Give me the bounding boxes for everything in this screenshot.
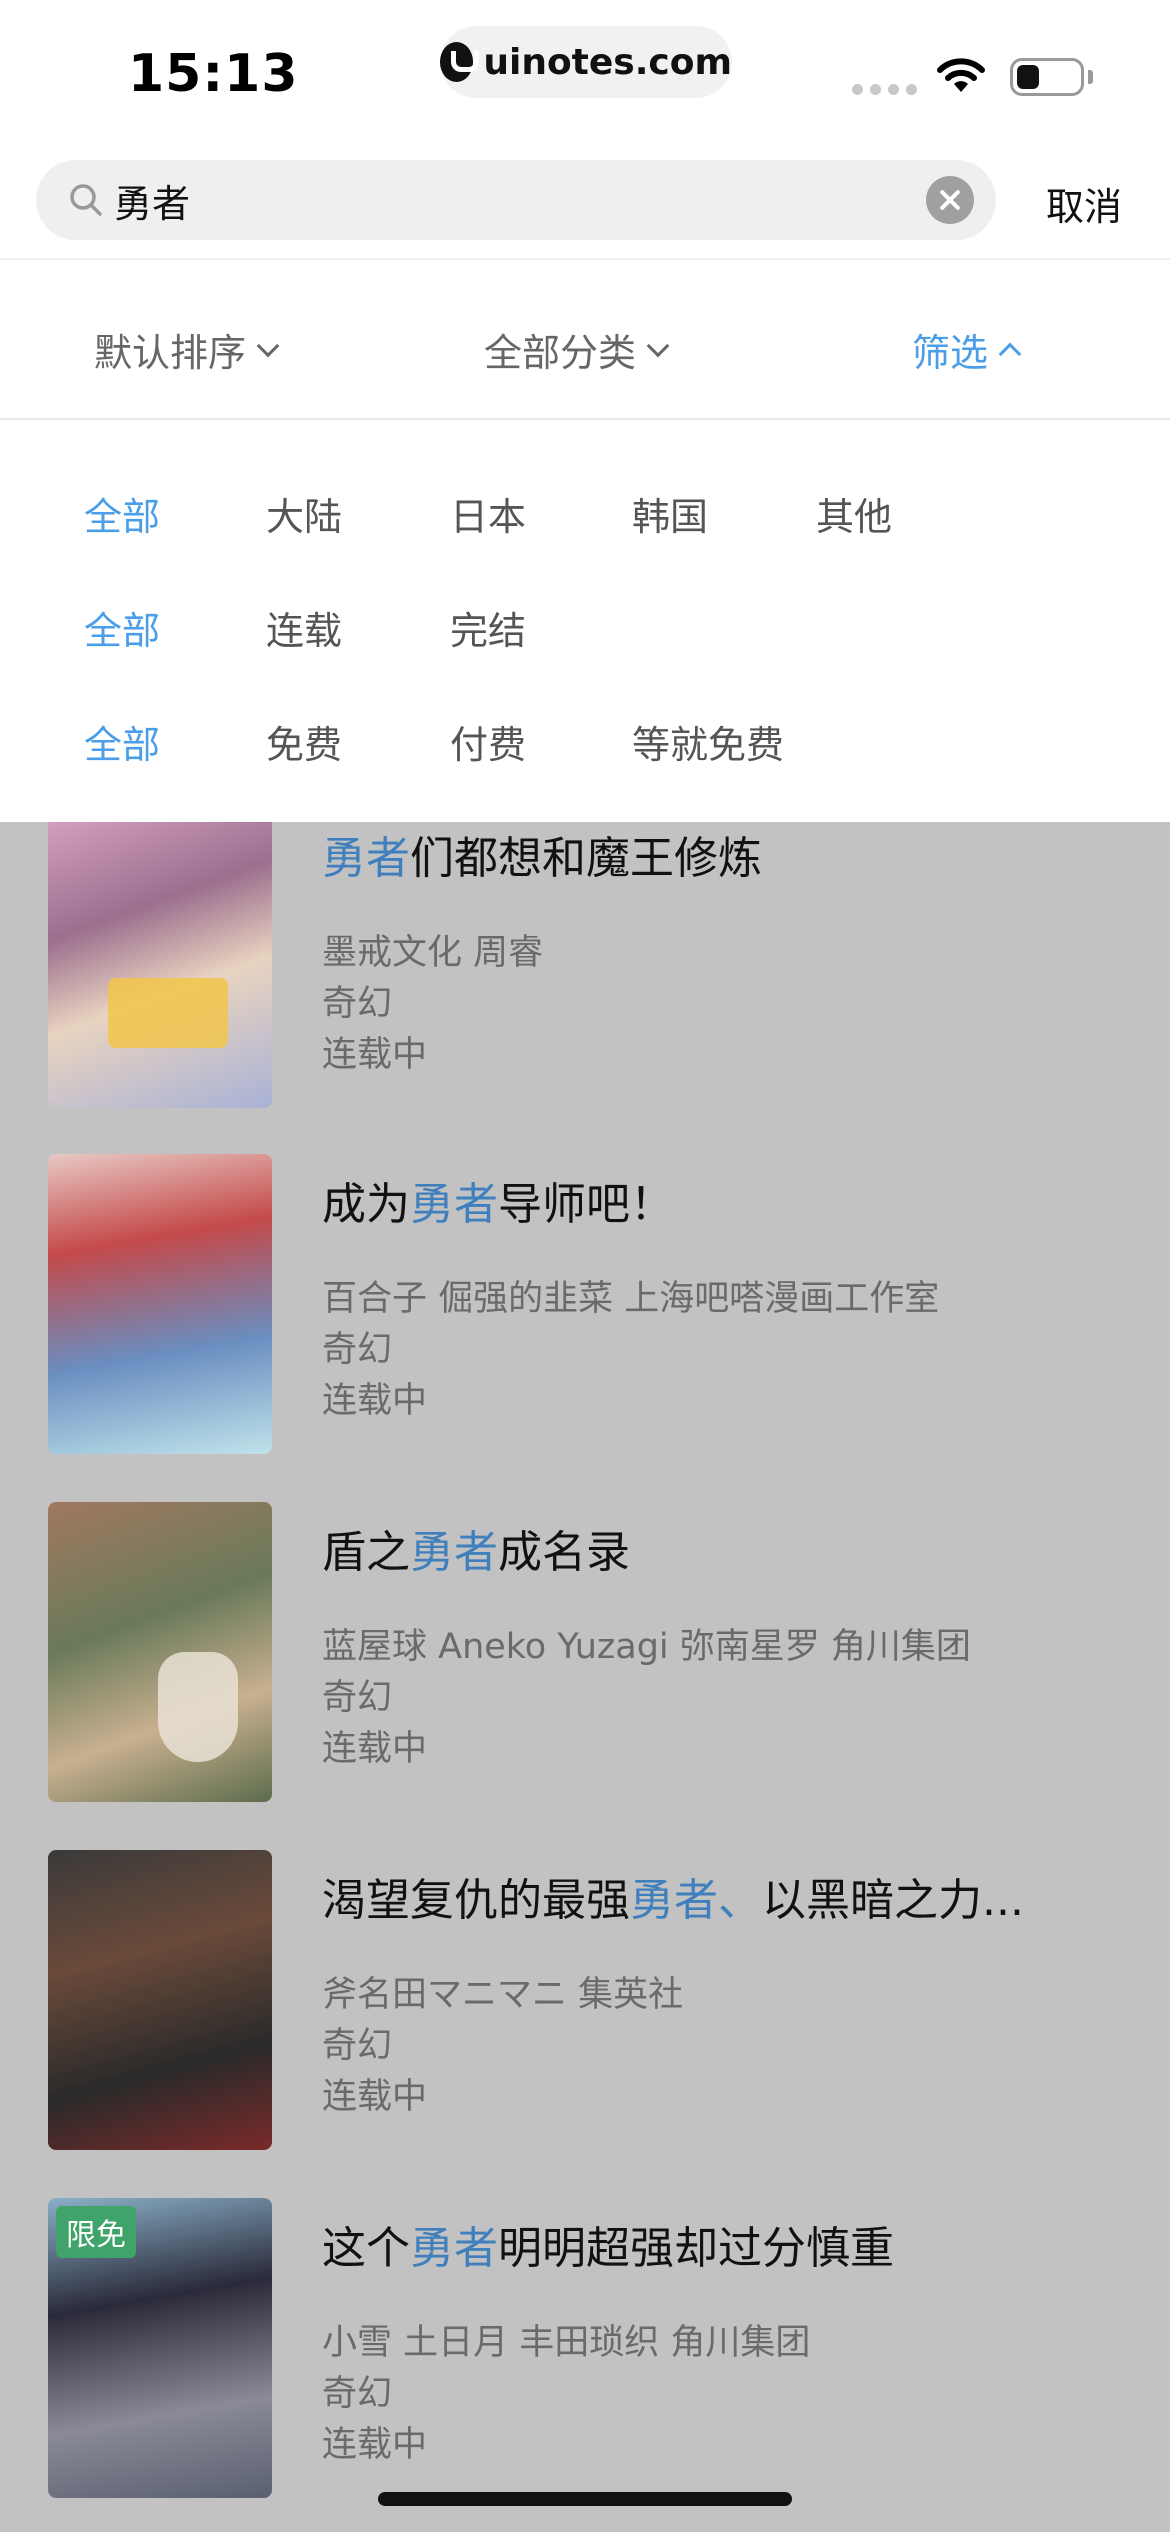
status-option-serializing[interactable]: 连载 xyxy=(266,600,342,655)
list-item[interactable]: 勇者们都想和魔王修炼 墨戒文化 周睿 奇幻 连载中 xyxy=(0,822,1170,1108)
pricing-option-paid[interactable]: 付费 xyxy=(450,714,526,769)
comic-title: 这个勇者明明超强却过分慎重 xyxy=(322,2223,894,2274)
comic-status: 连载中 xyxy=(322,2077,428,2117)
cellular-signal-icon xyxy=(852,84,917,95)
pricing-filter-row: 全部 免费 付费 等就免费 xyxy=(0,714,1170,794)
filter-tab[interactable]: 筛选 xyxy=(912,322,1022,377)
list-item[interactable]: 盾之勇者成名录 蓝屋球 Aneko Yuzagi 弥南星罗 角川集团 奇幻 连载… xyxy=(0,1502,1170,1802)
chevron-down-icon xyxy=(256,334,280,357)
search-icon xyxy=(70,184,102,216)
pricing-option-wait-free[interactable]: 等就免费 xyxy=(632,714,784,769)
status-filter-row: 全部 连载 完结 xyxy=(0,600,1170,680)
comic-genre: 奇幻 xyxy=(322,2026,393,2066)
list-item[interactable]: 限免 这个勇者明明超强却过分慎重 小雪 土日月 丰田琐织 角川集团 奇幻 连载中 xyxy=(0,2198,1170,2498)
region-filter-row: 全部 大陆 日本 韩国 其他 xyxy=(0,486,1170,566)
status-option-all[interactable]: 全部 xyxy=(84,600,160,655)
site-logo-icon xyxy=(440,42,480,82)
comic-authors: 蓝屋球 Aneko Yuzagi 弥南星罗 角川集团 xyxy=(322,1627,971,1667)
url-text: uinotes.com xyxy=(483,41,732,83)
sort-default-tab[interactable]: 默认排序 xyxy=(94,322,280,377)
cancel-button[interactable]: 取消 xyxy=(1046,176,1122,231)
comic-cover-image xyxy=(48,1154,272,1454)
category-label: 全部分类 xyxy=(484,331,637,375)
comic-status: 连载中 xyxy=(322,1729,428,1769)
region-option-all[interactable]: 全部 xyxy=(84,486,160,541)
comic-title: 勇者们都想和魔王修炼 xyxy=(322,833,762,884)
comic-genre: 奇幻 xyxy=(322,1330,393,1370)
chevron-up-icon xyxy=(998,342,1022,365)
comic-genre: 奇幻 xyxy=(322,1678,393,1718)
wifi-icon xyxy=(937,58,985,92)
status-option-completed[interactable]: 完结 xyxy=(450,600,526,655)
clear-search-icon[interactable] xyxy=(926,176,974,224)
free-badge: 限免 xyxy=(56,2206,136,2258)
region-option-japan[interactable]: 日本 xyxy=(450,486,526,541)
region-option-korea[interactable]: 韩国 xyxy=(632,486,708,541)
filter-panel: 全部 大陆 日本 韩国 其他 全部 连载 完结 全部 免费 付费 等就免费 xyxy=(0,420,1170,822)
comic-authors: 小雪 土日月 丰田琐织 角川集团 xyxy=(322,2323,811,2363)
comic-genre: 奇幻 xyxy=(322,984,393,1024)
home-indicator xyxy=(378,2492,792,2506)
comic-cover-image xyxy=(48,1502,272,1802)
chevron-down-icon xyxy=(646,334,670,357)
comic-cover-image xyxy=(48,822,272,1108)
search-input[interactable] xyxy=(114,160,894,240)
comic-status: 连载中 xyxy=(322,1035,428,1075)
status-bar: 15:13 uinotes.com xyxy=(0,0,1170,140)
sort-bar: 默认排序 全部分类 筛选 xyxy=(0,260,1170,418)
filter-label: 筛选 xyxy=(912,331,989,375)
pricing-option-all[interactable]: 全部 xyxy=(84,714,160,769)
url-pill[interactable]: uinotes.com xyxy=(440,26,732,98)
region-option-other[interactable]: 其他 xyxy=(816,486,892,541)
comic-authors: 百合子 倔强的韭菜 上海吧嗒漫画工作室 xyxy=(322,1279,940,1319)
search-bar xyxy=(36,160,996,240)
comic-cover-image: 限免 xyxy=(48,2198,272,2498)
list-item[interactable]: 成为勇者导师吧！ 百合子 倔强的韭菜 上海吧嗒漫画工作室 奇幻 连载中 xyxy=(0,1154,1170,1454)
comic-authors: 墨戒文化 周睿 xyxy=(322,933,544,973)
comic-authors: 斧名田マニマニ 集英社 xyxy=(322,1975,684,2015)
category-tab[interactable]: 全部分类 xyxy=(484,322,670,377)
comic-cover-image xyxy=(48,1850,272,2150)
comic-title: 盾之勇者成名录 xyxy=(322,1527,630,1578)
pricing-option-free[interactable]: 免费 xyxy=(266,714,342,769)
comic-title: 渴望复仇的最强勇者、以黑暗之力... xyxy=(322,1875,1024,1926)
battery-tip xyxy=(1088,70,1093,84)
status-time: 15:13 xyxy=(128,44,299,104)
results-list: 勇者们都想和魔王修炼 墨戒文化 周睿 奇幻 连载中 成为勇者导师吧！ 百合子 倔… xyxy=(0,822,1170,2532)
list-item[interactable]: 渴望复仇的最强勇者、以黑暗之力... 斧名田マニマニ 集英社 奇幻 连载中 xyxy=(0,1850,1170,2150)
region-option-mainland[interactable]: 大陆 xyxy=(266,486,342,541)
comic-status: 连载中 xyxy=(322,2425,428,2465)
comic-status: 连载中 xyxy=(322,1381,428,1421)
comic-title: 成为勇者导师吧！ xyxy=(322,1179,674,1230)
battery-icon xyxy=(1010,58,1084,96)
sort-default-label: 默认排序 xyxy=(94,331,247,375)
comic-genre: 奇幻 xyxy=(322,2374,393,2414)
